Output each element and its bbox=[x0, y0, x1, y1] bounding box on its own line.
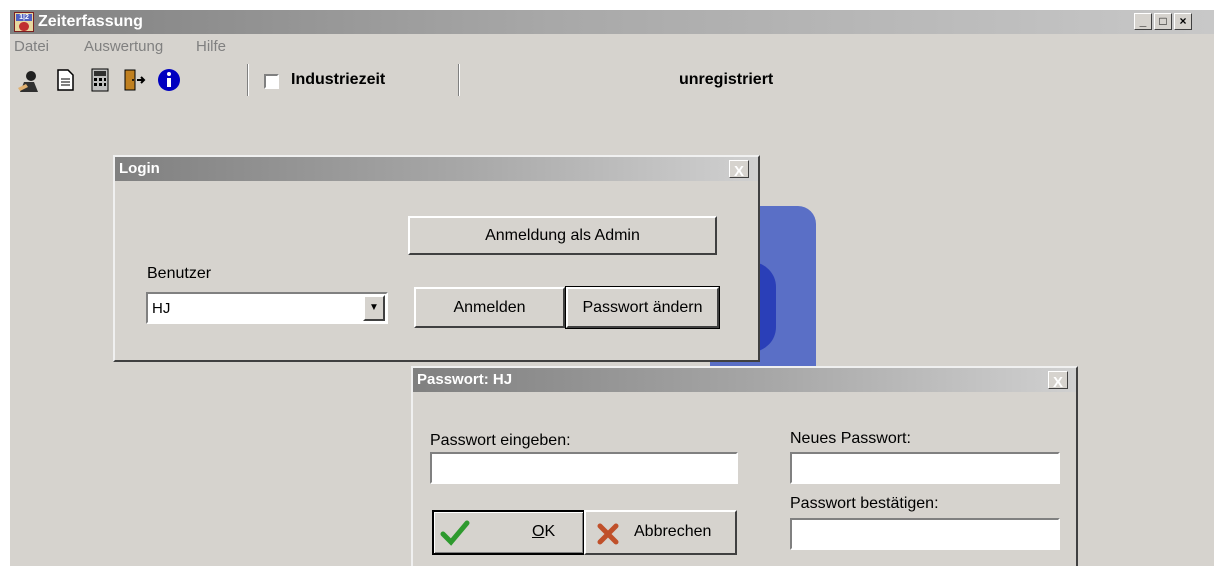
login-dialog-titlebar: Login X bbox=[115, 157, 758, 181]
ok-button[interactable]: OK bbox=[432, 510, 585, 555]
login-dialog: Login X Anmeldung als Admin Benutzer HJ … bbox=[113, 155, 760, 362]
toolbar-separator bbox=[247, 64, 249, 96]
checkmark-icon bbox=[440, 520, 470, 546]
toolbar-separator bbox=[458, 64, 460, 96]
close-window-button[interactable]: × bbox=[1174, 13, 1192, 30]
app-calendar-clock-icon: 1|2 bbox=[14, 12, 34, 32]
close-icon: X bbox=[1053, 374, 1064, 391]
user-select-value: HJ bbox=[152, 300, 171, 317]
user-select[interactable]: HJ ▼ bbox=[146, 292, 388, 324]
password-dialog-titlebar: Passwort: HJ X bbox=[413, 368, 1076, 392]
industriezeit-checkbox[interactable] bbox=[264, 74, 279, 89]
maximize-button[interactable]: □ bbox=[1154, 13, 1172, 30]
calculator-icon[interactable] bbox=[87, 68, 113, 94]
new-password-label: Neues Passwort: bbox=[790, 430, 911, 447]
password-dialog-title: Passwort: HJ bbox=[417, 371, 513, 388]
minimize-button[interactable]: _ bbox=[1134, 13, 1152, 30]
info-icon[interactable] bbox=[156, 68, 182, 94]
confirm-password-label: Passwort bestätigen: bbox=[790, 495, 939, 512]
enter-password-label: Passwort eingeben: bbox=[430, 432, 571, 449]
cancel-label: Abbrechen bbox=[634, 523, 712, 540]
user-icon[interactable] bbox=[16, 68, 42, 94]
toolbar: Industriezeit unregistriert bbox=[10, 60, 1214, 100]
title-bar: 1|2 Zeiterfassung _ □ × bbox=[10, 10, 1214, 34]
admin-login-button[interactable]: Anmeldung als Admin bbox=[408, 216, 717, 255]
app-window: 1|2 Zeiterfassung _ □ × Datei Auswertung… bbox=[10, 10, 1214, 566]
window-title: Zeiterfassung bbox=[38, 13, 143, 30]
menu-hilfe[interactable]: Hilfe bbox=[196, 38, 226, 55]
password-close-button[interactable]: X bbox=[1048, 371, 1068, 391]
login-button[interactable]: Anmelden bbox=[414, 287, 565, 328]
menu-datei[interactable]: Datei bbox=[14, 38, 49, 55]
login-dialog-title: Login bbox=[119, 160, 160, 177]
login-close-button[interactable]: X bbox=[729, 160, 749, 180]
chevron-down-icon[interactable]: ▼ bbox=[363, 295, 385, 321]
close-icon: X bbox=[734, 163, 745, 180]
industriezeit-label: Industriezeit bbox=[291, 71, 386, 88]
enter-password-field[interactable] bbox=[430, 452, 738, 484]
cancel-x-icon bbox=[597, 523, 619, 545]
user-label: Benutzer bbox=[147, 265, 212, 282]
confirm-password-field[interactable] bbox=[790, 518, 1060, 550]
cancel-button[interactable]: Abbrechen bbox=[584, 510, 737, 555]
change-password-button[interactable]: Passwort ändern bbox=[565, 286, 720, 329]
exit-door-icon[interactable] bbox=[122, 68, 148, 94]
ok-label: OK bbox=[532, 523, 556, 540]
new-password-field[interactable] bbox=[790, 452, 1060, 484]
menu-bar: Datei Auswertung Hilfe bbox=[10, 35, 1214, 57]
document-icon[interactable] bbox=[52, 68, 78, 94]
registration-status: unregistriert bbox=[679, 71, 774, 88]
menu-auswertung[interactable]: Auswertung bbox=[84, 38, 163, 55]
password-dialog: Passwort: HJ X Passwort eingeben: Neues … bbox=[411, 366, 1078, 566]
